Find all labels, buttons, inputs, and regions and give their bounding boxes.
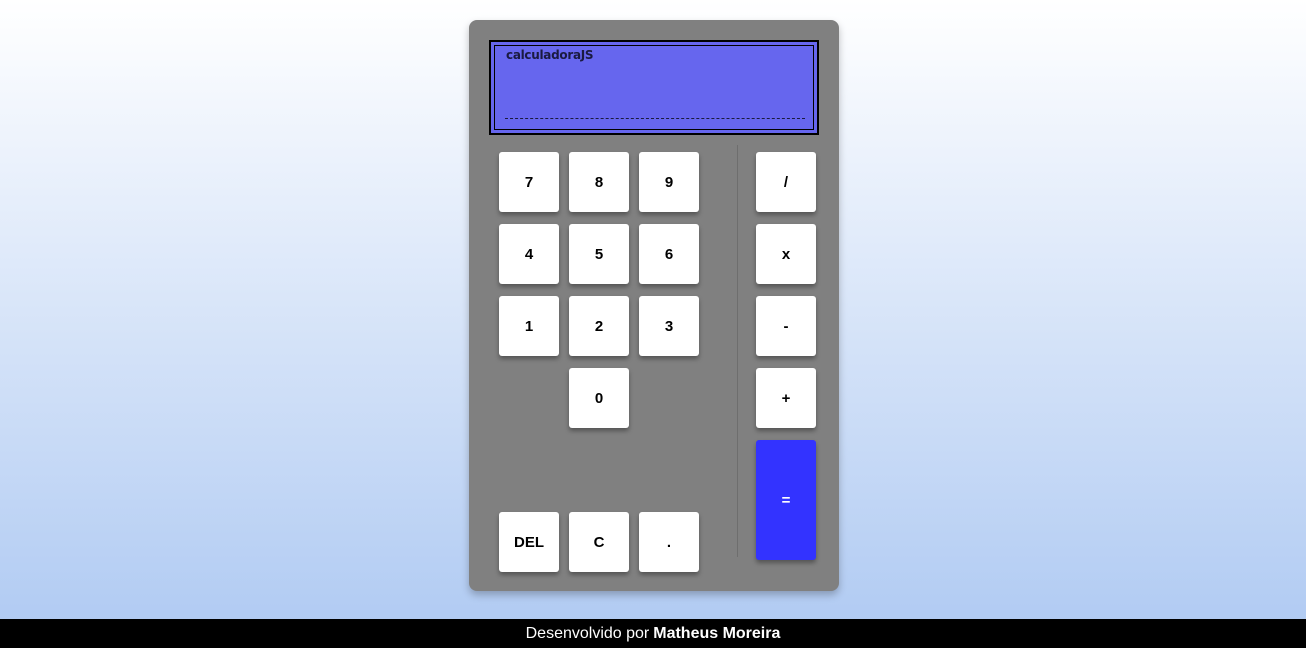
key-1[interactable]: 1 xyxy=(499,296,559,356)
key-9[interactable]: 9 xyxy=(639,152,699,212)
display-divider-line xyxy=(505,118,805,119)
key-4[interactable]: 4 xyxy=(499,224,559,284)
decimal-point-button[interactable]: . xyxy=(639,512,699,572)
delete-button[interactable]: DEL xyxy=(499,512,559,572)
key-6[interactable]: 6 xyxy=(639,224,699,284)
divide-button[interactable]: / xyxy=(756,152,816,212)
key-3[interactable]: 3 xyxy=(639,296,699,356)
subtract-button[interactable]: - xyxy=(756,296,816,356)
clear-button[interactable]: C xyxy=(569,512,629,572)
equals-button[interactable]: = xyxy=(756,440,816,560)
key-8[interactable]: 8 xyxy=(569,152,629,212)
calculator-display: calculadoraJS xyxy=(489,40,819,135)
add-button[interactable]: + xyxy=(756,368,816,428)
keypad-divider xyxy=(737,145,738,557)
footer-prefix: Desenvolvido por xyxy=(525,624,650,642)
key-7[interactable]: 7 xyxy=(499,152,559,212)
key-2[interactable]: 2 xyxy=(569,296,629,356)
calculator: calculadoraJS 7 8 9 4 5 6 1 2 3 0 DEL C … xyxy=(469,20,839,591)
key-0[interactable]: 0 xyxy=(569,368,629,428)
footer-author: Matheus Moreira xyxy=(653,624,781,642)
multiply-button[interactable]: x xyxy=(756,224,816,284)
footer: Desenvolvido por Matheus Moreira xyxy=(0,619,1306,648)
display-title: calculadoraJS xyxy=(506,48,594,62)
key-5[interactable]: 5 xyxy=(569,224,629,284)
